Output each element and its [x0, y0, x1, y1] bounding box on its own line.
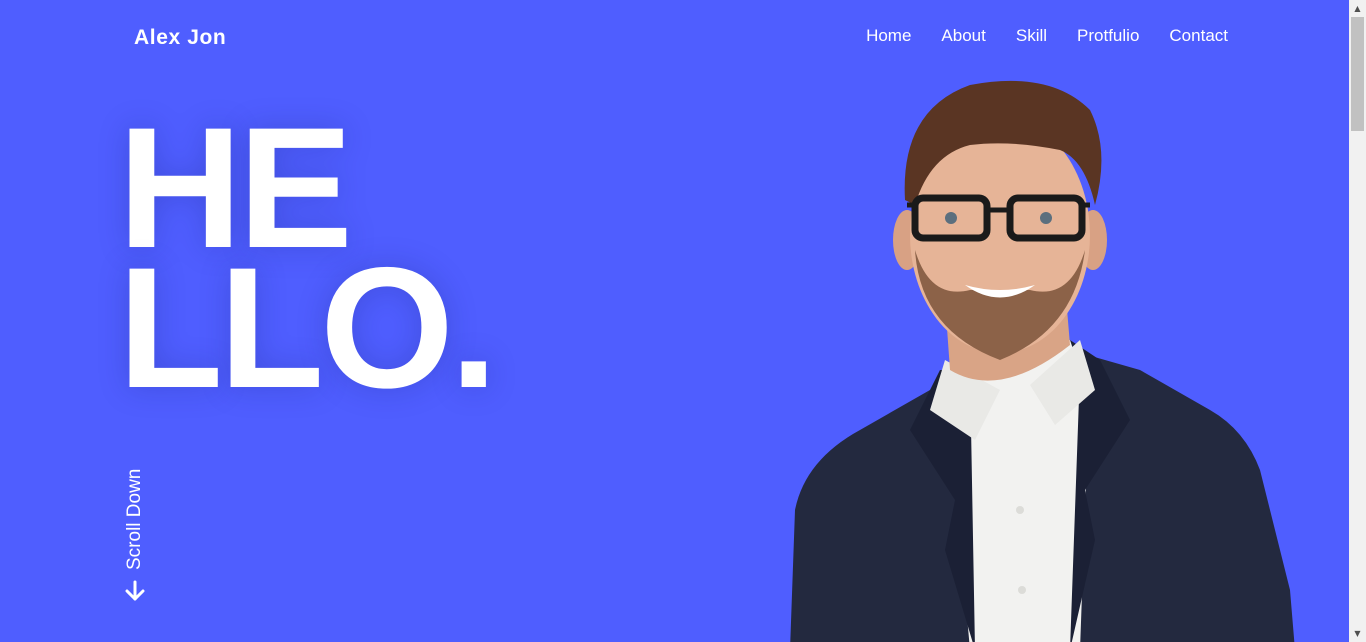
scroll-down-label: Scroll Down	[124, 468, 145, 570]
hero-heading-line2: LLO.	[118, 232, 498, 424]
nav-portfolio[interactable]: Protfulio	[1077, 26, 1139, 46]
scroll-down-link[interactable]: Scroll Down	[120, 462, 150, 602]
profile-photo	[790, 80, 1295, 642]
nav-contact[interactable]: Contact	[1169, 26, 1228, 46]
brand-logo[interactable]: Alex Jon	[134, 25, 226, 51]
main-nav: Home About Skill Protfulio Contact	[866, 26, 1228, 46]
arrow-down-icon	[125, 580, 145, 601]
scroll-down-arrow-icon[interactable]: ▼	[1349, 625, 1366, 642]
scrollbar-thumb[interactable]	[1351, 17, 1364, 131]
nav-skill[interactable]: Skill	[1016, 26, 1047, 46]
nav-about[interactable]: About	[941, 26, 985, 46]
nav-home[interactable]: Home	[866, 26, 911, 46]
scroll-up-arrow-icon[interactable]: ▲	[1349, 0, 1366, 17]
page: Alex Jon Home About Skill Protfulio Cont…	[0, 0, 1366, 642]
page-scrollbar[interactable]: ▲ ▼	[1349, 0, 1366, 642]
hero-section: Alex Jon Home About Skill Protfulio Cont…	[0, 0, 1349, 642]
hero-heading: HE LLO.	[118, 102, 498, 424]
